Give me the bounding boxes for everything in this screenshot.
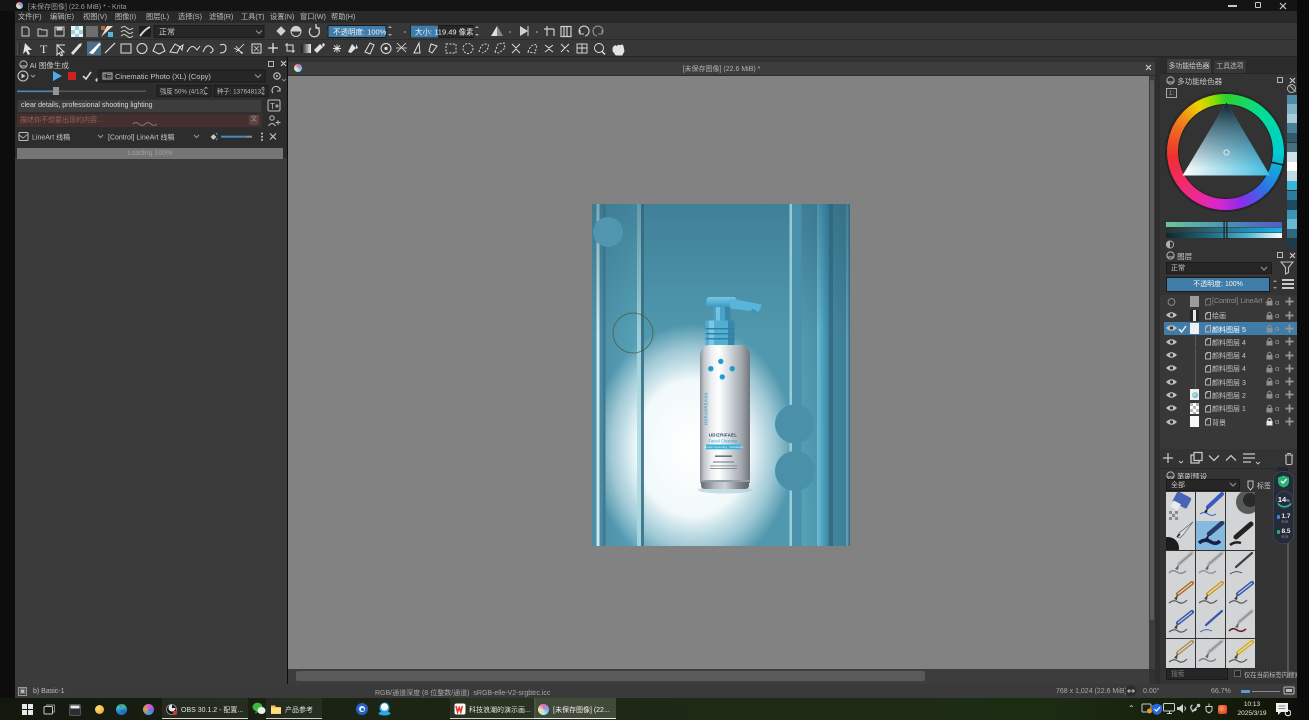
svg-text:强度 50% (4/13): 强度 50% (4/13) [160, 87, 205, 96]
svg-text:LineArt 线稿: LineArt 线稿 [32, 133, 70, 142]
svg-text:T: T [40, 42, 48, 56]
svg-text:Facial Cleanser: Facial Cleanser [708, 439, 738, 444]
svg-text:正常: 正常 [159, 28, 175, 37]
svg-text:UDIZRIFAEL: UDIZRIFAEL [709, 433, 737, 438]
svg-text:Cinematic Photo (XL) (Copy): Cinematic Photo (XL) (Copy) [115, 72, 211, 81]
svg-text:Gentle Cleansing · Moisturize: Gentle Cleansing · Moisturize [704, 445, 744, 449]
svg-text:T: T [270, 102, 275, 111]
svg-text:HSRAFREASS: HSRAFREASS [704, 392, 709, 425]
svg-text:不透明度: 100%: 不透明度: 100% [333, 27, 387, 37]
svg-text:[Control] LineArt 线稿: [Control] LineArt 线稿 [108, 133, 175, 142]
svg-text:种子: 137648132: 种子: 137648132 [217, 87, 265, 96]
svg-text:大小: 119.49 像素: 大小: 119.49 像素 [415, 27, 474, 37]
